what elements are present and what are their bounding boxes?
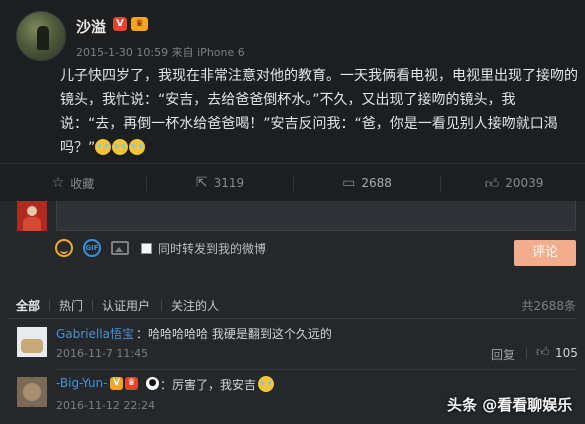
source-prefix: 来自: [171, 46, 194, 59]
emoji-icon[interactable]: [55, 239, 73, 257]
repost-count: 3119: [213, 176, 245, 190]
comment-text: ：厉害了，我安吉: [160, 378, 257, 392]
post-action-bar: ☆ 收藏 ⇱ 3119 ▭ 2688 👍︎ 20039: [0, 163, 585, 201]
forward-label[interactable]: 同时转发到我的微博: [158, 240, 266, 257]
commenter-name[interactable]: -Big-Yun-: [56, 376, 108, 390]
thumbs-up-icon: 👍︎: [484, 175, 500, 192]
member-crown-icon[interactable]: ♛: [131, 17, 148, 31]
comment-time: 2016-11-7 11:45: [56, 347, 149, 360]
comment-time: 2016-11-12 22:24: [56, 399, 156, 412]
my-avatar[interactable]: [17, 201, 47, 231]
comment-count: 2688: [361, 176, 392, 190]
reply-button[interactable]: 回复: [491, 346, 515, 363]
commenter-avatar[interactable]: [17, 327, 47, 357]
like-count: 20039: [505, 176, 544, 190]
repost-icon: ⇱: [195, 175, 208, 191]
author-avatar[interactable]: [16, 11, 66, 61]
comment-panel: GIF 同时转发到我的微博 评论 全部 热门 认证用户 关注的人 共2688条 …: [0, 201, 585, 424]
repost-button[interactable]: ⇱ 3119: [147, 164, 293, 202]
laugh-cry-emoji-icon: [129, 139, 146, 155]
laugh-cry-emoji-icon: [112, 139, 129, 155]
comment-input[interactable]: [56, 201, 576, 231]
post-source: iPhone 6: [197, 46, 245, 59]
weibo-post: 沙溢 V ♛ 2015-1-30 10:59 来自 iPhone 6 儿子快四岁…: [0, 0, 585, 163]
filter-hot[interactable]: 热门: [59, 297, 83, 314]
commenter-name[interactable]: Gabriella悟宝: [56, 325, 134, 342]
panda-badge-icon: ●: [146, 377, 159, 390]
comment-total: 共2688条: [521, 299, 576, 313]
like-button[interactable]: 👍︎ 20039: [441, 164, 585, 202]
gif-icon[interactable]: GIF: [83, 239, 101, 257]
comment-icon: ▭: [342, 175, 356, 191]
image-icon[interactable]: [111, 241, 129, 255]
comment-filters: 全部 热门 认证用户 关注的人 共2688条: [0, 294, 585, 316]
filter-all[interactable]: 全部: [16, 297, 40, 314]
watermark: 头条 @看看聊娱乐: [447, 396, 573, 414]
commenter-avatar[interactable]: [17, 377, 47, 407]
member-crown-icon: ♛: [125, 377, 138, 390]
composer-tools: GIF 同时转发到我的微博: [55, 237, 266, 259]
post-meta: 2015-1-30 10:59 来自 iPhone 6: [76, 44, 245, 60]
filter-verified[interactable]: 认证用户: [102, 297, 150, 314]
post-content: 儿子快四岁了，我现在非常注意对他的教育。一天我俩看电视，电视里出现了接吻的镜头，…: [60, 64, 578, 160]
favorite-label: 收藏: [70, 176, 95, 191]
comment-like-count: 105: [555, 346, 578, 360]
favorite-button[interactable]: ☆ 收藏: [0, 164, 146, 202]
submit-comment-button[interactable]: 评论: [514, 240, 576, 266]
filter-following[interactable]: 关注的人: [171, 297, 219, 314]
verified-v-icon: V: [110, 377, 123, 390]
thumbs-up-icon[interactable]: 👍︎: [536, 345, 550, 360]
forward-checkbox[interactable]: [141, 242, 152, 254]
post-time[interactable]: 2015-1-30 10:59: [76, 46, 168, 59]
comment-text: ：哈哈哈哈哈 我硬是翻到这个久远的: [136, 327, 332, 341]
laugh-emoji-icon: [258, 376, 274, 392]
verified-v-icon[interactable]: V: [113, 17, 127, 31]
laugh-cry-emoji-icon: [95, 139, 112, 155]
author-name[interactable]: 沙溢: [76, 16, 106, 37]
comment-button[interactable]: ▭ 2688: [294, 164, 440, 202]
star-icon: ☆: [51, 175, 65, 191]
